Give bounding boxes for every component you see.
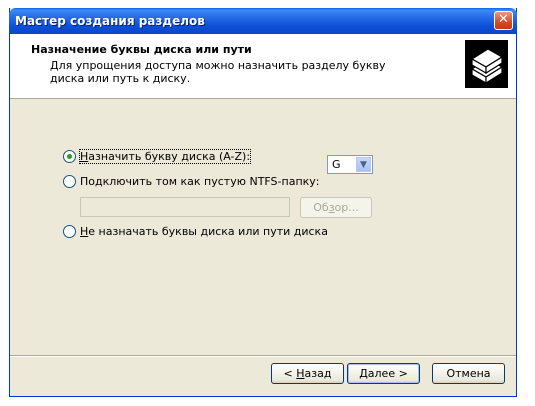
assign-letter-radio[interactable] — [63, 150, 76, 163]
browse-button[interactable]: Обзор... — [300, 197, 372, 218]
drive-letter-select[interactable]: G ▼ — [327, 155, 373, 174]
no-assign-option[interactable]: Не назначать буквы диска или пути диска — [63, 225, 328, 238]
drive-letter-value: G — [332, 158, 341, 171]
close-icon: ✕ — [498, 12, 509, 27]
no-assign-radio[interactable] — [63, 225, 76, 238]
title-bar[interactable]: Мастер создания разделов ✕ — [9, 8, 517, 34]
folder-path-input[interactable] — [80, 197, 290, 217]
wizard-body: Назначить букву диска (A-Z): G ▼ Подключ… — [10, 99, 516, 355]
cancel-button[interactable]: Отмена — [432, 363, 505, 384]
disk-stack-icon — [465, 40, 508, 88]
mount-folder-option[interactable]: Подключить том как пустую NTFS-папку: — [63, 175, 320, 188]
mount-folder-label[interactable]: Подключить том как пустую NTFS-папку: — [80, 175, 320, 188]
close-button[interactable]: ✕ — [494, 11, 513, 30]
assign-letter-option[interactable]: Назначить букву диска (A-Z): — [63, 149, 252, 164]
page-title: Назначение буквы диска или пути — [31, 43, 252, 56]
mount-folder-radio[interactable] — [63, 175, 76, 188]
chevron-down-icon[interactable]: ▼ — [356, 157, 371, 172]
back-button[interactable]: < Назад — [271, 363, 344, 384]
page-description: Для упрощения доступа можно назначить ра… — [50, 59, 386, 85]
next-button[interactable]: Далее > — [347, 363, 420, 384]
no-assign-label[interactable]: Не назначать буквы диска или пути диска — [80, 225, 328, 238]
assign-letter-label[interactable]: Назначить букву диска (A-Z): — [78, 149, 252, 164]
window-title: Мастер создания разделов — [15, 14, 205, 28]
wizard-window: Мастер создания разделов ✕ Назначение бу… — [9, 8, 517, 397]
wizard-header: Назначение буквы диска или пути Для упро… — [10, 34, 516, 99]
footer-divider — [10, 355, 516, 357]
